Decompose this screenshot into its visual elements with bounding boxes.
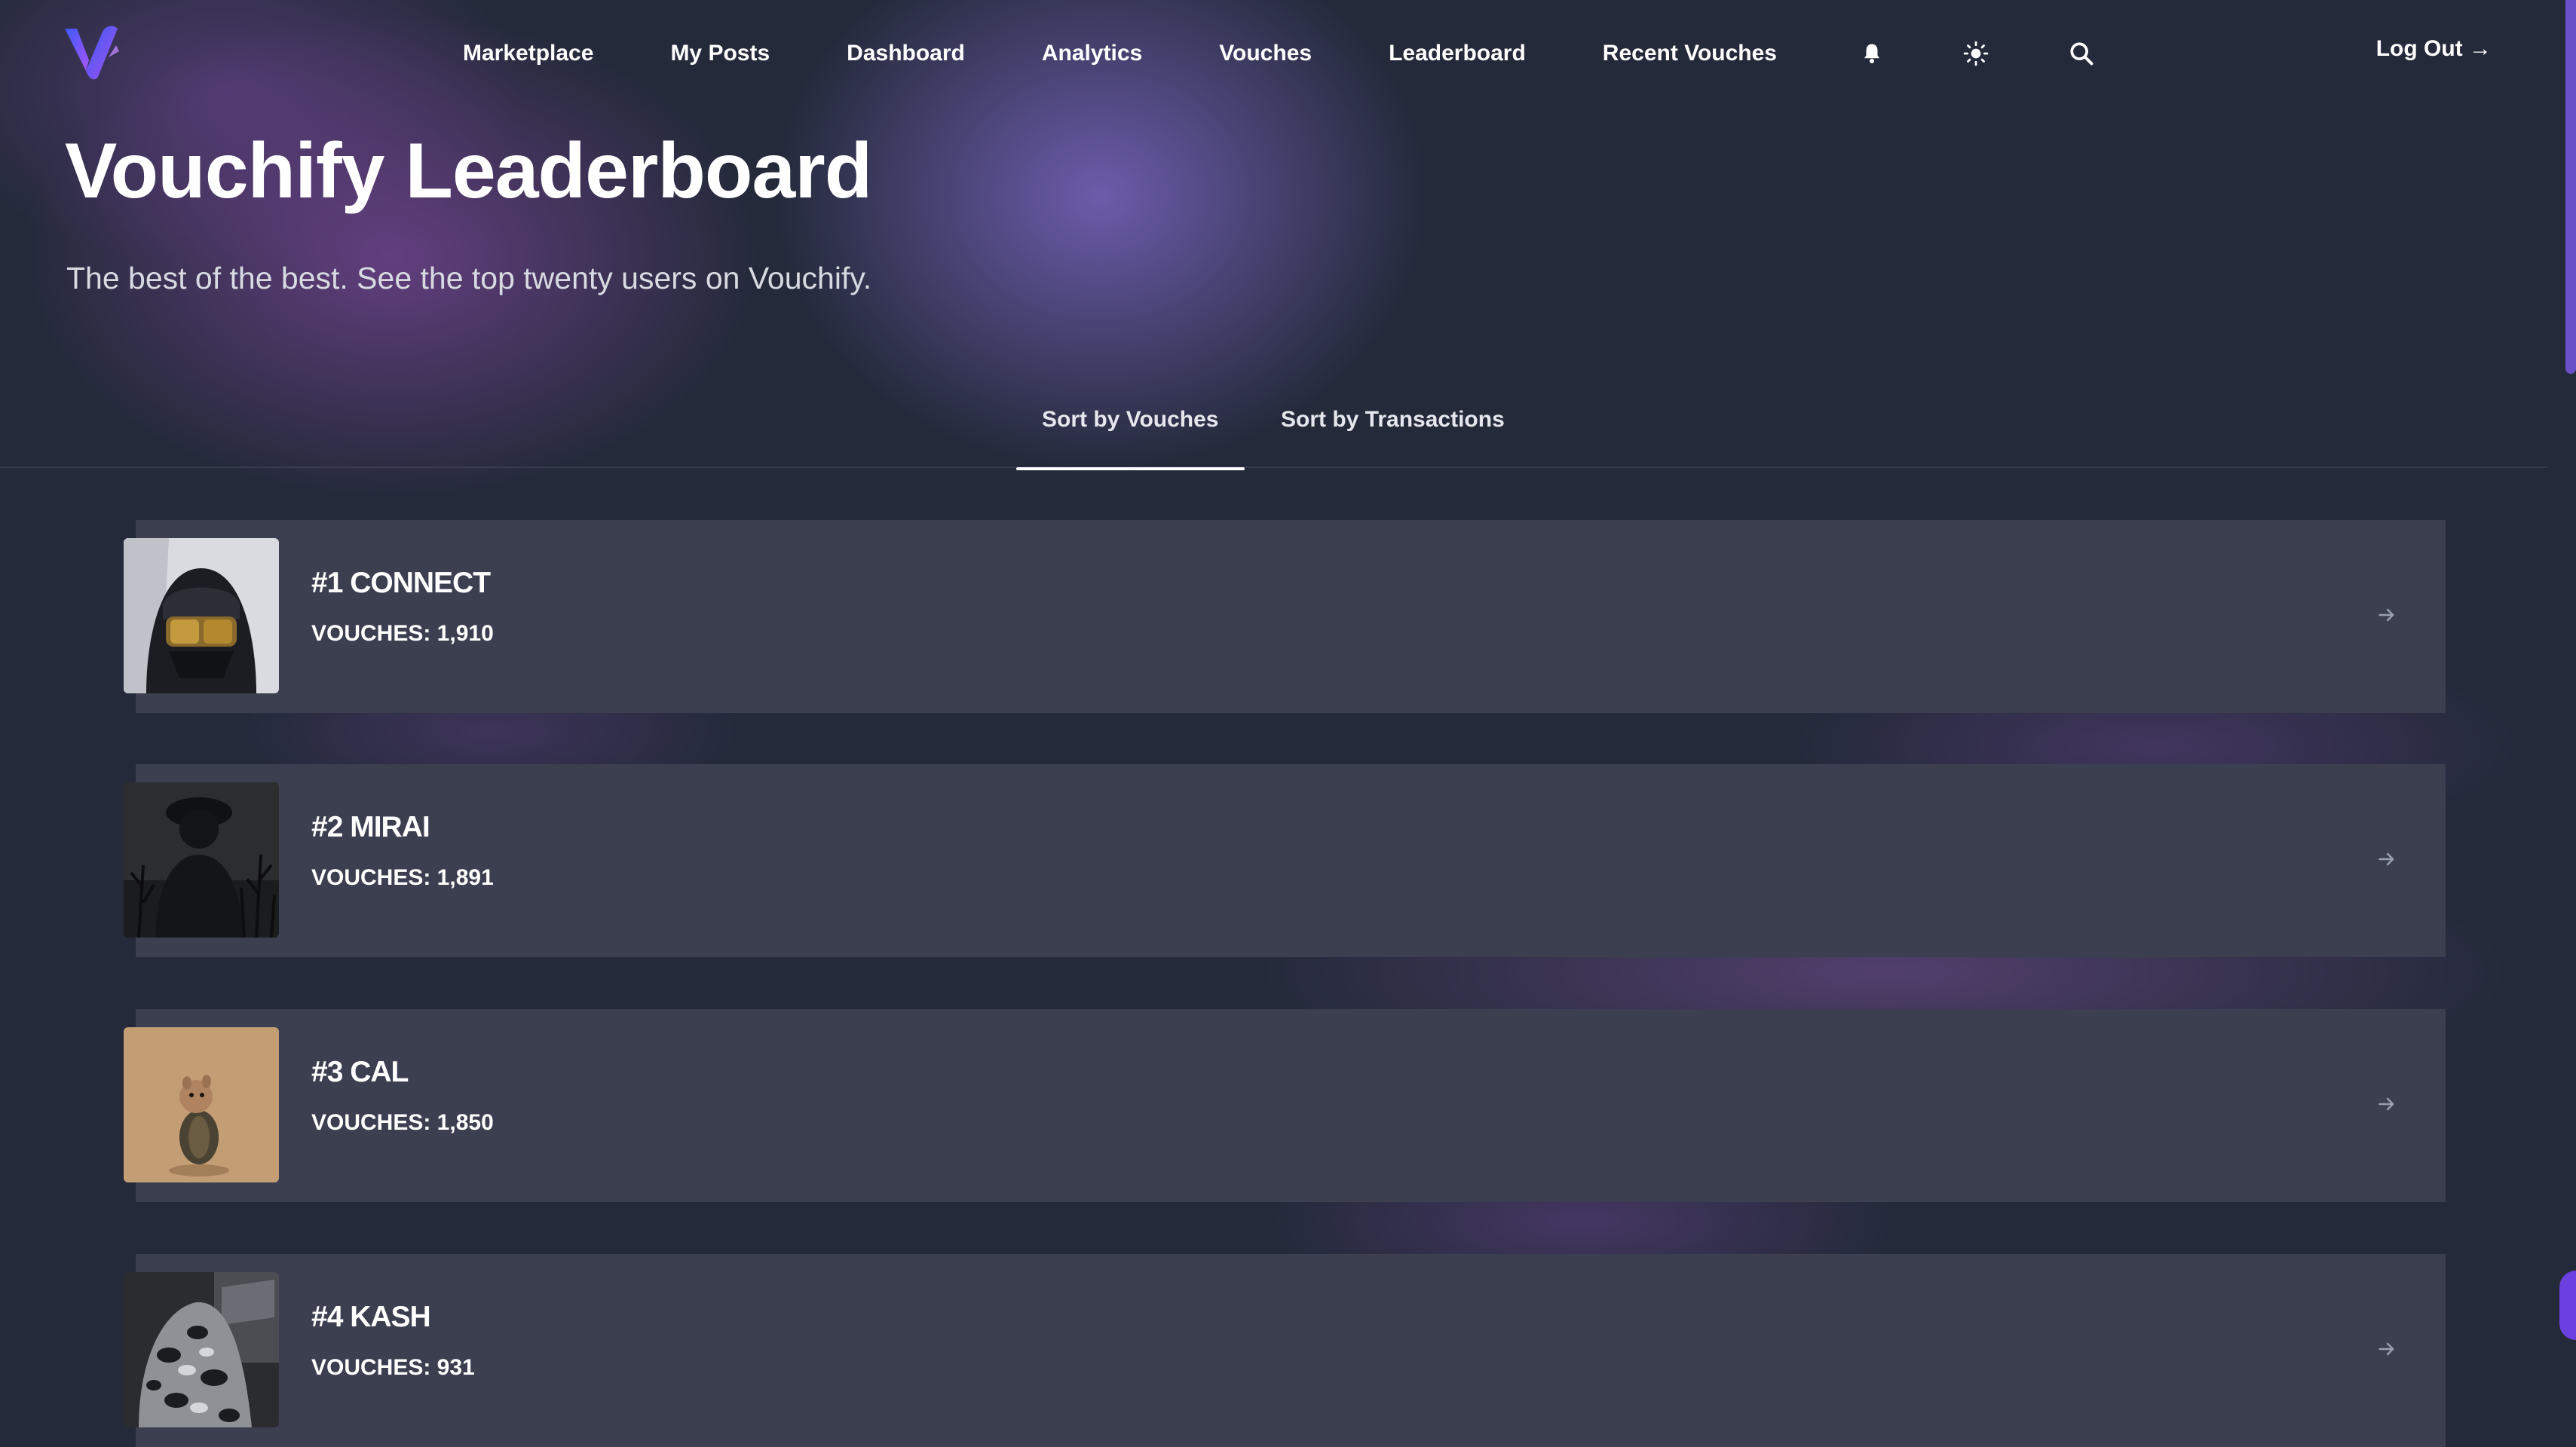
top-nav: Marketplace My Posts Dashboard Analytics… — [0, 0, 2576, 107]
nav-vouches[interactable]: Vouches — [1181, 41, 1350, 66]
avatar — [124, 1272, 279, 1427]
arrow-right-icon[interactable] — [2376, 1094, 2397, 1115]
user-rank-name: #1 CONNECT — [311, 567, 491, 599]
nav-dashboard[interactable]: Dashboard — [808, 41, 1003, 66]
avatar — [124, 782, 279, 938]
nav-my-posts[interactable]: My Posts — [632, 41, 808, 66]
user-vouch-count: VOUCHES: 931 — [311, 1355, 475, 1380]
vouchify-logo[interactable] — [63, 24, 121, 81]
nav-leaderboard[interactable]: Leaderboard — [1350, 41, 1564, 66]
tab-sort-by-transactions[interactable]: Sort by Transactions — [1281, 407, 1505, 467]
nav-analytics[interactable]: Analytics — [1003, 41, 1181, 66]
scrollbar-thumb[interactable] — [2565, 0, 2576, 374]
tabs-divider — [0, 467, 2548, 468]
logout-button[interactable]: Log Out → — [2376, 36, 2492, 62]
background-glow — [0, 0, 2576, 1445]
nav-links: Marketplace My Posts Dashboard Analytics… — [433, 30, 1815, 77]
nav-marketplace[interactable]: Marketplace — [433, 41, 632, 66]
user-rank-name: #3 CAL — [311, 1056, 409, 1088]
page-subtitle: The best of the best. See the top twenty… — [66, 261, 872, 295]
arrow-right-icon[interactable] — [2376, 1338, 2397, 1360]
bell-icon[interactable] — [1856, 38, 1888, 69]
leaderboard-row[interactable]: #4 KASH VOUCHES: 931 — [124, 1254, 2446, 1447]
leaderboard-row[interactable]: #2 MIRAI VOUCHES: 1,891 — [124, 764, 2446, 957]
arrow-right-icon[interactable] — [2376, 604, 2397, 626]
tab-sort-by-vouches[interactable]: Sort by Vouches — [1016, 407, 1244, 470]
user-vouch-count: VOUCHES: 1,850 — [311, 1110, 494, 1135]
tab-label: Sort by Transactions — [1281, 407, 1505, 432]
user-vouch-count: VOUCHES: 1,910 — [311, 621, 494, 646]
leaderboard-row[interactable]: #3 CAL VOUCHES: 1,850 — [124, 1009, 2446, 1202]
user-vouch-count: VOUCHES: 1,891 — [311, 865, 494, 890]
user-rank-name: #4 KASH — [311, 1301, 431, 1333]
sun-icon[interactable] — [1960, 38, 1992, 69]
nav-recent-vouches[interactable]: Recent Vouches — [1564, 41, 1815, 66]
avatar — [124, 1027, 279, 1182]
page-title: Vouchify Leaderboard — [65, 127, 872, 215]
arrow-right-icon[interactable] — [2376, 849, 2397, 870]
avatar — [124, 538, 279, 693]
leaderboard-row[interactable]: #1 CONNECT VOUCHES: 1,910 — [124, 520, 2446, 713]
user-rank-name: #2 MIRAI — [311, 811, 430, 843]
search-icon[interactable] — [2066, 38, 2097, 69]
feedback-side-tab[interactable] — [2559, 1271, 2576, 1340]
tab-label: Sort by Vouches — [1042, 407, 1219, 432]
